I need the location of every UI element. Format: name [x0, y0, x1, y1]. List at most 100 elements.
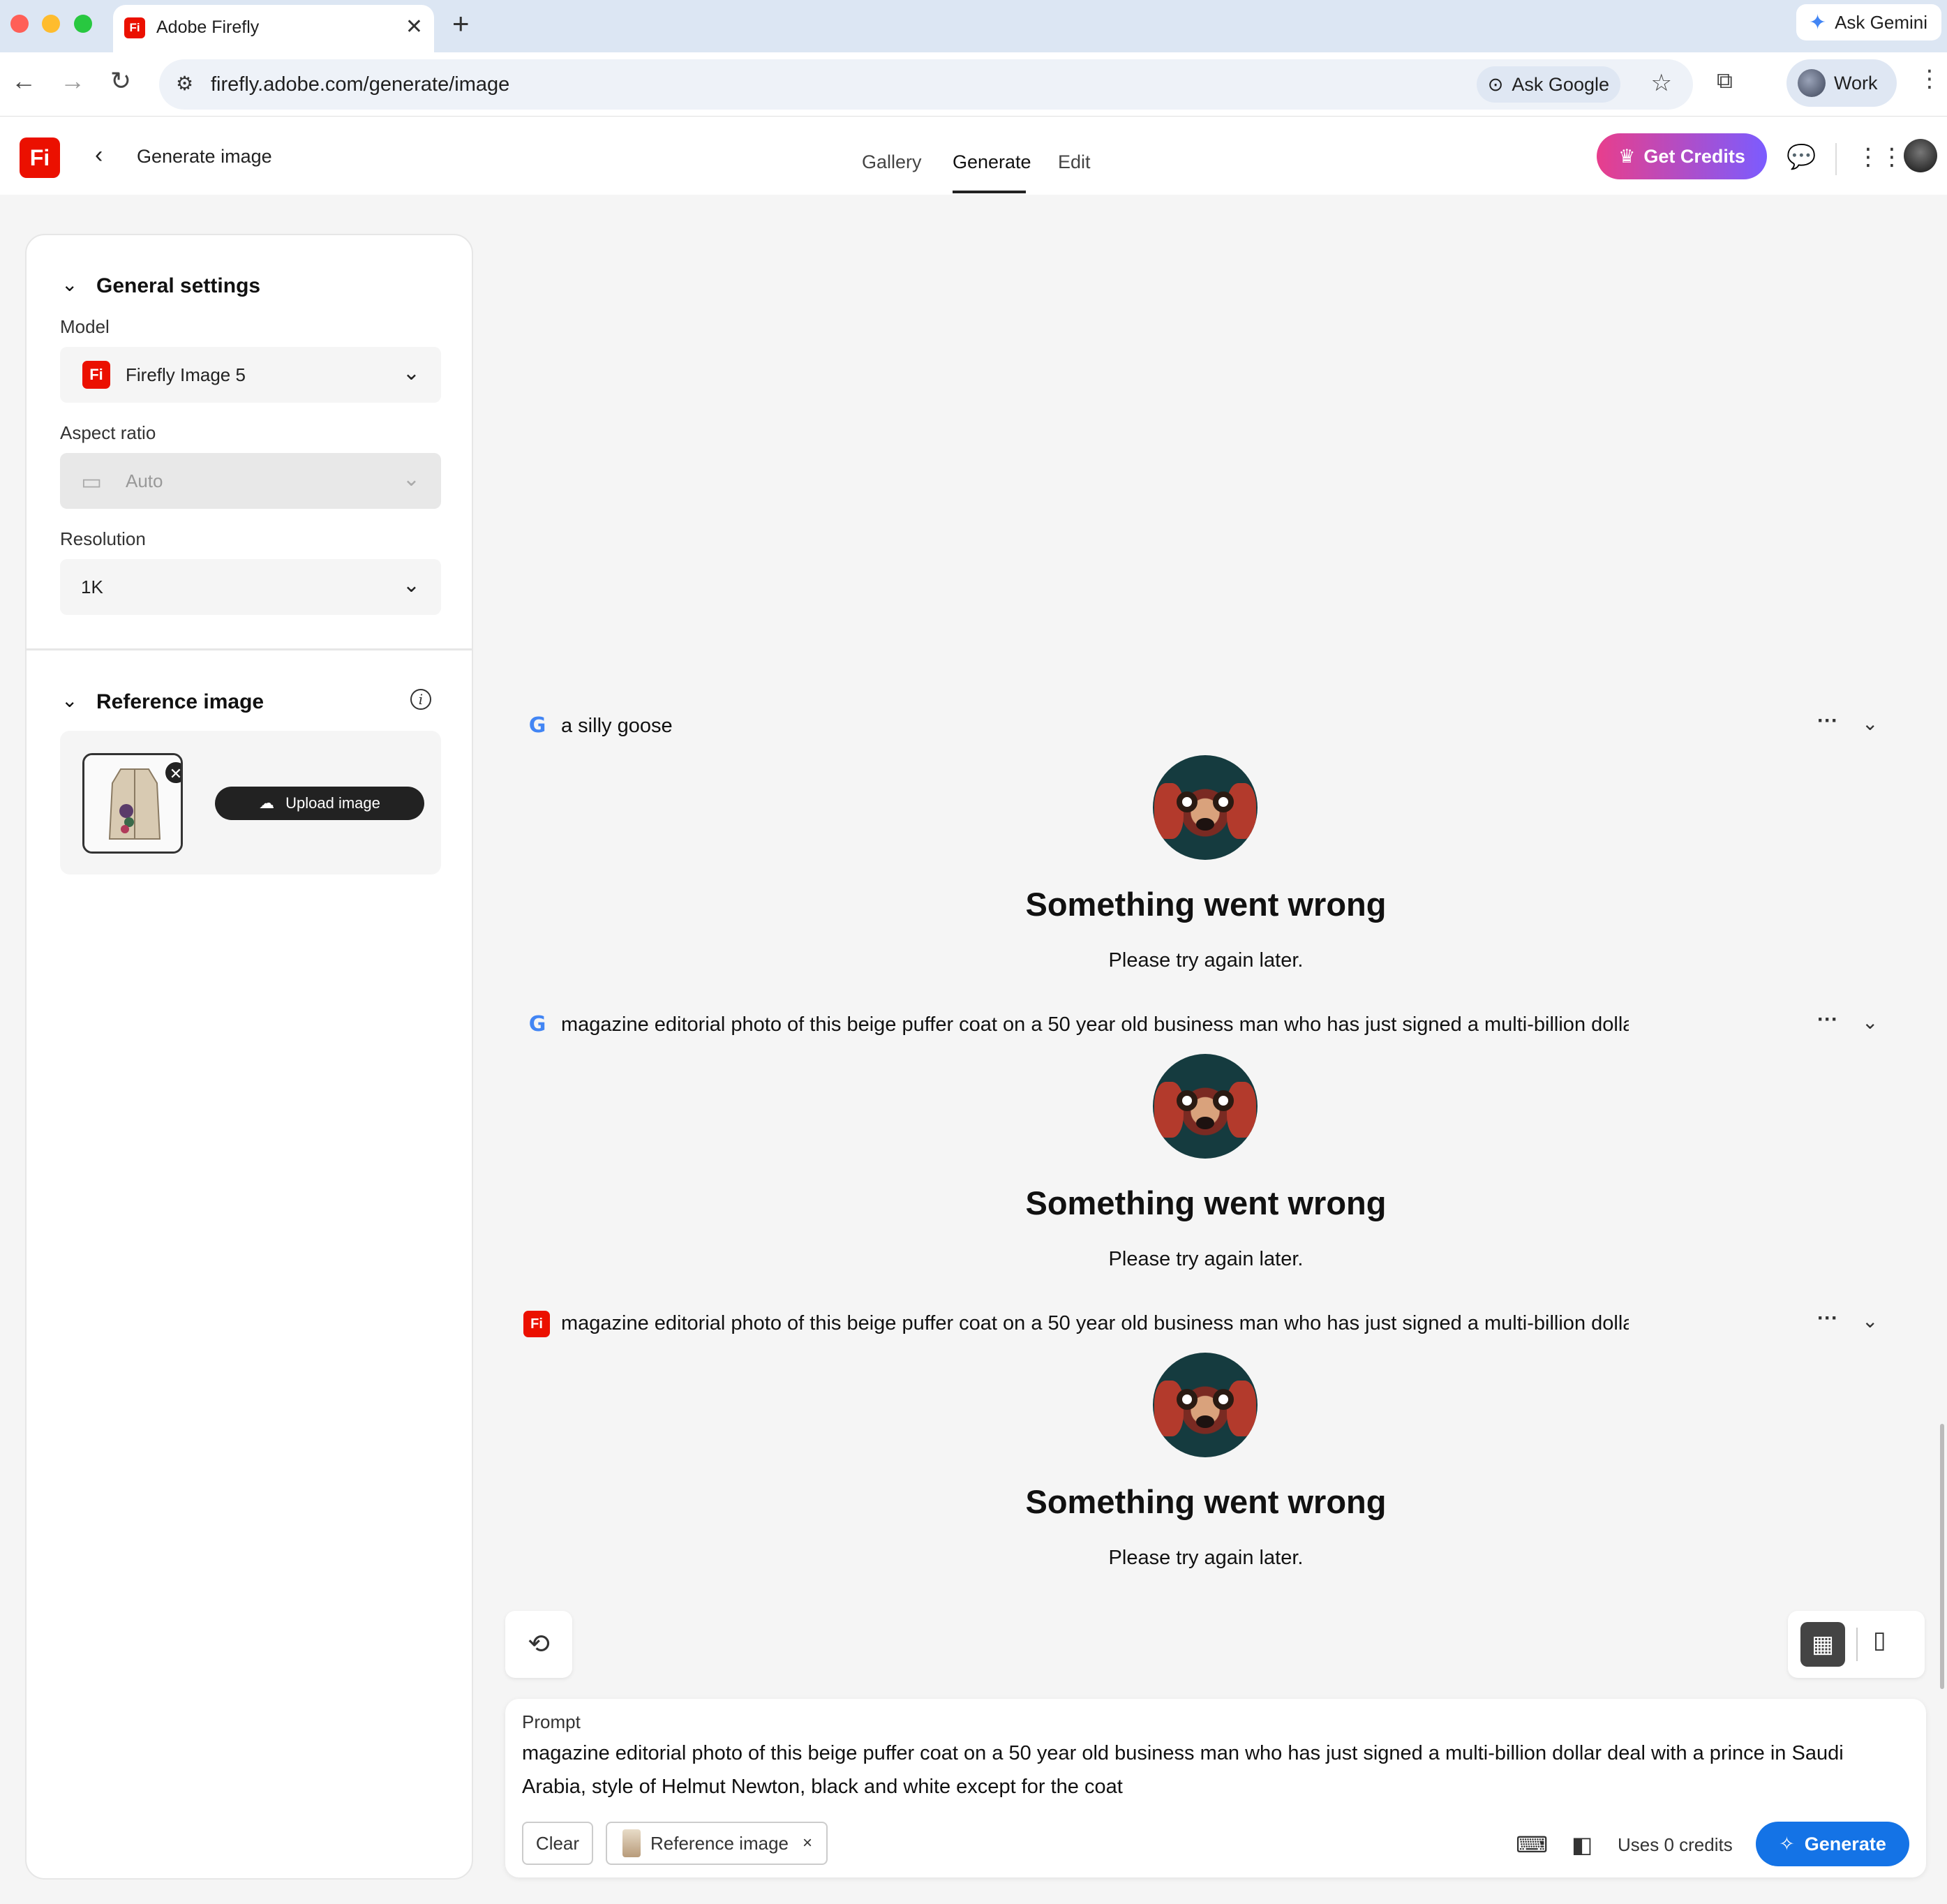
cloud-upload-icon: ☁: [259, 794, 275, 812]
settings-panel: ⌄ General settings Model Fi Firefly Imag…: [25, 234, 473, 1880]
tab-edit[interactable]: Edit: [1058, 151, 1091, 173]
view-toggle: ▦ ▯: [1788, 1611, 1925, 1678]
maximize-window-button[interactable]: [74, 15, 92, 33]
reference-image-heading[interactable]: Reference image: [96, 690, 264, 714]
mascot-eye: [1177, 1090, 1198, 1111]
aspect-ratio-icon: ▭: [81, 469, 103, 494]
address-bar[interactable]: ⚙ firefly.adobe.com/generate/image ⊙ Ask…: [159, 59, 1693, 110]
more-options-icon[interactable]: ···: [1817, 1307, 1838, 1330]
generation-header: Fi magazine editorial photo of this beig…: [522, 1307, 1890, 1341]
scrollbar[interactable]: [1940, 1424, 1944, 1689]
ask-google-label: Ask Google: [1512, 73, 1609, 95]
firefly-model-icon: Fi: [82, 361, 110, 389]
info-icon[interactable]: i: [410, 689, 431, 710]
aspect-ratio-value: Auto: [126, 470, 163, 491]
mascot-nose: [1196, 818, 1214, 831]
reference-chip-label: Reference image: [650, 1832, 789, 1854]
more-options-icon[interactable]: ···: [1817, 709, 1838, 733]
generate-sparkle-icon: ✧: [1779, 1833, 1795, 1854]
grid-view-icon[interactable]: ▦: [1800, 1622, 1845, 1667]
remove-chip-icon[interactable]: ×: [803, 1834, 812, 1853]
error-mascot-image: [1153, 1054, 1258, 1159]
error-mascot-image: [1153, 755, 1258, 860]
browser-tab-active[interactable]: Fi Adobe Firefly ✕: [113, 5, 434, 52]
minimize-window-button[interactable]: [42, 15, 60, 33]
chevron-down-icon[interactable]: ⌄: [1862, 712, 1878, 735]
aspect-ratio-select[interactable]: ▭ Auto ⌄: [60, 453, 441, 509]
browser-toolbar: ← → ↻ ⚙ firefly.adobe.com/generate/image…: [0, 52, 1947, 117]
collapse-chevron-icon[interactable]: ⌄: [61, 689, 77, 712]
resolution-select[interactable]: 1K ⌄: [60, 559, 441, 615]
generation-prompt: magazine editorial photo of this beige p…: [561, 1312, 1629, 1334]
mascot-ear: [1227, 783, 1256, 839]
error-subtitle: Please try again later.: [1108, 1547, 1304, 1569]
tab-close-icon[interactable]: ✕: [405, 15, 423, 39]
profile-button[interactable]: Work: [1786, 59, 1897, 107]
upload-image-label: Upload image: [285, 794, 380, 812]
ask-gemini-label: Ask Gemini: [1835, 11, 1927, 33]
mascot-eye: [1213, 791, 1234, 812]
tab-title: Adobe Firefly: [156, 17, 260, 37]
upload-image-button[interactable]: ☁ Upload image: [215, 787, 424, 820]
get-credits-label: Get Credits: [1643, 145, 1745, 167]
clear-button[interactable]: Clear: [522, 1822, 593, 1865]
resolution-value: 1K: [81, 577, 103, 597]
close-window-button[interactable]: [10, 15, 29, 33]
tab-generate[interactable]: Generate: [953, 151, 1031, 173]
prompt-input[interactable]: magazine editorial photo of this beige p…: [522, 1736, 1890, 1803]
resolution-label: Resolution: [60, 528, 146, 549]
text-style-icon[interactable]: ⌨: [1516, 1831, 1548, 1858]
remove-reference-icon[interactable]: ✕: [164, 761, 181, 784]
collapse-chevron-icon[interactable]: ⌄: [61, 273, 77, 296]
reference-image-chip[interactable]: Reference image ×: [606, 1822, 828, 1865]
prompt-label: Prompt: [522, 1711, 581, 1732]
more-options-icon[interactable]: ···: [1817, 1008, 1838, 1032]
profile-avatar: [1798, 69, 1826, 97]
back-chevron-icon[interactable]: ‹: [95, 142, 103, 169]
reload-icon[interactable]: ↻: [110, 66, 131, 96]
error-title: Something went wrong: [1025, 886, 1387, 923]
crown-icon: ♛: [1618, 145, 1636, 167]
generation-prompt: a silly goose: [561, 715, 673, 737]
site-info-icon[interactable]: ⚙: [176, 72, 193, 95]
get-credits-button[interactable]: ♛ Get Credits: [1597, 133, 1767, 179]
error-subtitle: Please try again later.: [1108, 949, 1304, 972]
bookmark-star-icon[interactable]: ☆: [1651, 69, 1672, 97]
forward-arrow-icon[interactable]: →: [60, 66, 85, 96]
single-view-icon[interactable]: ▯: [1873, 1626, 1886, 1654]
chevron-down-icon: ⌄: [402, 362, 420, 385]
reference-image-box: ✕ ☁ Upload image: [60, 731, 441, 875]
mascot-eye: [1177, 791, 1198, 812]
style-reference-icon[interactable]: ◧: [1572, 1831, 1592, 1858]
mascot-ear: [1227, 1381, 1256, 1436]
chevron-down-icon[interactable]: ⌄: [1862, 1309, 1878, 1332]
back-arrow-icon[interactable]: ←: [11, 66, 36, 96]
error-title: Something went wrong: [1025, 1184, 1387, 1221]
prompt-panel: Prompt magazine editorial photo of this …: [505, 1699, 1926, 1877]
mascot-ear: [1227, 1082, 1256, 1138]
reference-thumbnail[interactable]: ✕: [82, 753, 183, 854]
model-select[interactable]: Fi Firefly Image 5 ⌄: [60, 347, 441, 403]
new-tab-button[interactable]: +: [452, 7, 470, 40]
firefly-model-icon: Fi: [523, 1311, 550, 1337]
chip-thumbnail: [622, 1829, 641, 1857]
generate-button[interactable]: ✧ Generate: [1756, 1822, 1909, 1866]
feedback-chat-icon[interactable]: 💬: [1786, 143, 1816, 171]
url-text[interactable]: firefly.adobe.com/generate/image: [211, 73, 509, 96]
generation-header: G magazine editorial photo of this beige…: [522, 1008, 1890, 1043]
browser-menu-icon[interactable]: ⋮: [1918, 65, 1941, 93]
chevron-down-icon[interactable]: ⌄: [1862, 1011, 1878, 1034]
ask-google-button[interactable]: ⊙ Ask Google: [1476, 66, 1620, 103]
ask-gemini-button[interactable]: ✦ Ask Gemini: [1796, 4, 1941, 40]
error-subtitle: Please try again later.: [1108, 1248, 1304, 1270]
model-value: Firefly Image 5: [126, 364, 246, 385]
firefly-logo[interactable]: Fi: [20, 137, 60, 178]
aspect-ratio-label: Aspect ratio: [60, 422, 156, 443]
uses-credits-text: Uses 0 credits: [1618, 1834, 1733, 1855]
tab-gallery[interactable]: Gallery: [862, 151, 922, 173]
chevron-down-icon: ⌄: [402, 574, 420, 597]
user-avatar[interactable]: [1904, 139, 1937, 172]
search-tabs-icon[interactable]: ⧉: [1717, 68, 1733, 94]
history-icon[interactable]: ⟲: [505, 1611, 572, 1678]
general-settings-heading[interactable]: General settings: [96, 274, 260, 298]
